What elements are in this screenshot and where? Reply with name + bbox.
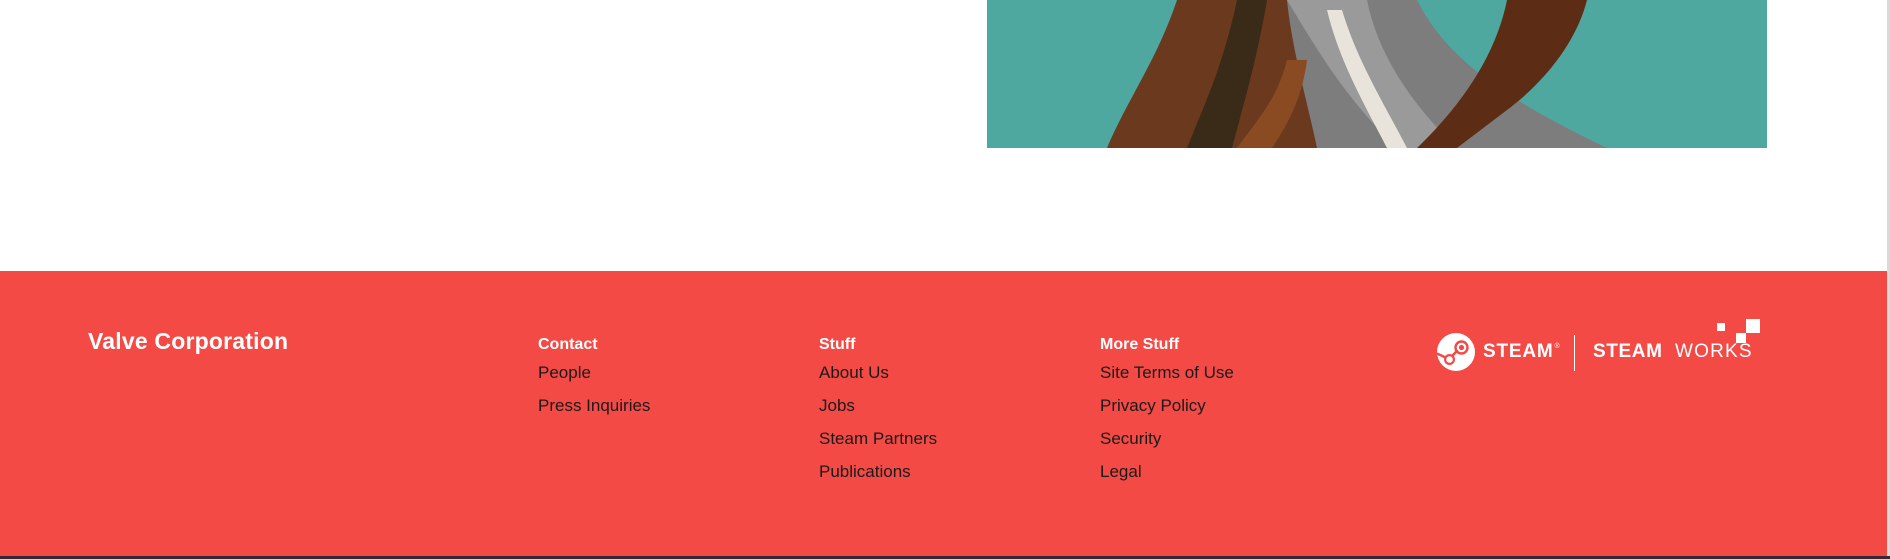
steam-logo-link[interactable]: STEAM ® <box>1436 319 1560 385</box>
footer-column-heading: Contact <box>538 336 598 353</box>
footer-column-stuff: Stuff About Us Jobs Steam Partners Publi… <box>819 335 937 494</box>
list-item: Privacy Policy <box>1100 395 1234 428</box>
footer-brand: Valve Corporation <box>88 328 289 354</box>
list-item: Security <box>1100 428 1234 461</box>
footer-link-people[interactable]: People <box>538 362 591 384</box>
list-item: Press Inquiries <box>538 395 650 428</box>
steamworks-logo-link[interactable]: STEAM WORKS <box>1593 319 1763 385</box>
footer-link-site-terms[interactable]: Site Terms of Use <box>1100 362 1234 384</box>
footer-link-privacy-policy[interactable]: Privacy Policy <box>1100 395 1206 417</box>
footer-column-more-stuff: More Stuff Site Terms of Use Privacy Pol… <box>1100 335 1234 494</box>
list-item: Jobs <box>819 395 937 428</box>
footer-link-about-us[interactable]: About Us <box>819 362 889 384</box>
steam-logo-icon <box>1436 333 1475 371</box>
footer-link-publications[interactable]: Publications <box>819 461 911 483</box>
footer-column-heading: Stuff <box>819 336 856 353</box>
list-item: About Us <box>819 362 937 395</box>
footer-link-press-inquiries[interactable]: Press Inquiries <box>538 395 650 417</box>
footer-column-heading: More Stuff <box>1100 336 1180 353</box>
list-item: Legal <box>1100 461 1234 494</box>
list-item: Site Terms of Use <box>1100 362 1234 395</box>
footer-link-list: About Us Jobs Steam Partners Publication… <box>819 362 937 494</box>
list-item: Steam Partners <box>819 428 937 461</box>
logo-divider <box>1574 335 1575 371</box>
footer-link-security[interactable]: Security <box>1100 428 1161 450</box>
hero-image <box>987 0 1767 148</box>
page: Valve Corporation Contact People Press I… <box>0 0 1890 559</box>
partner-logos: STEAM ® STEAM WORKS <box>1436 319 1766 385</box>
footer-link-legal[interactable]: Legal <box>1100 461 1142 483</box>
footer-link-list: People Press Inquiries <box>538 362 650 428</box>
registered-mark: ® <box>1554 342 1560 350</box>
list-item: Publications <box>819 461 937 494</box>
footer-link-steam-partners[interactable]: Steam Partners <box>819 428 937 450</box>
footer-column-contact: Contact People Press Inquiries <box>538 335 650 428</box>
site-footer: Valve Corporation Contact People Press I… <box>0 271 1887 556</box>
steamworks-squares-icon <box>1717 319 1760 343</box>
footer-link-list: Site Terms of Use Privacy Policy Securit… <box>1100 362 1234 494</box>
steam-logo-text: STEAM <box>1483 341 1554 362</box>
content-area <box>0 0 1890 271</box>
list-item: People <box>538 362 650 395</box>
footer-link-jobs[interactable]: Jobs <box>819 395 855 417</box>
